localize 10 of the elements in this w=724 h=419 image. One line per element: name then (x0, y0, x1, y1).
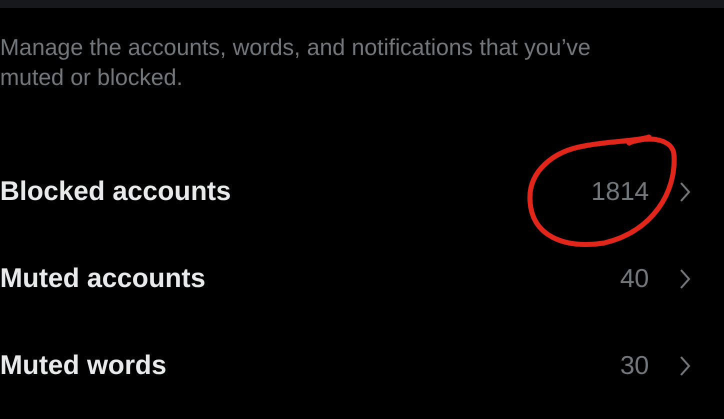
row-label[interactable]: Blocked accounts (0, 171, 232, 212)
chevron-icon (679, 354, 691, 376)
chevron-icon (679, 180, 691, 202)
row-count: 40 (620, 262, 649, 295)
chevron-icon (679, 268, 691, 290)
row-label[interactable]: Muted words (0, 345, 166, 386)
description-text: Manage the accounts, words, and notifications that you’ve muted or blocked. (0, 33, 592, 92)
row-label[interactable]: Muted accounts (0, 258, 206, 299)
row-count: 1814 (591, 175, 649, 208)
row-count: 30 (620, 349, 649, 382)
